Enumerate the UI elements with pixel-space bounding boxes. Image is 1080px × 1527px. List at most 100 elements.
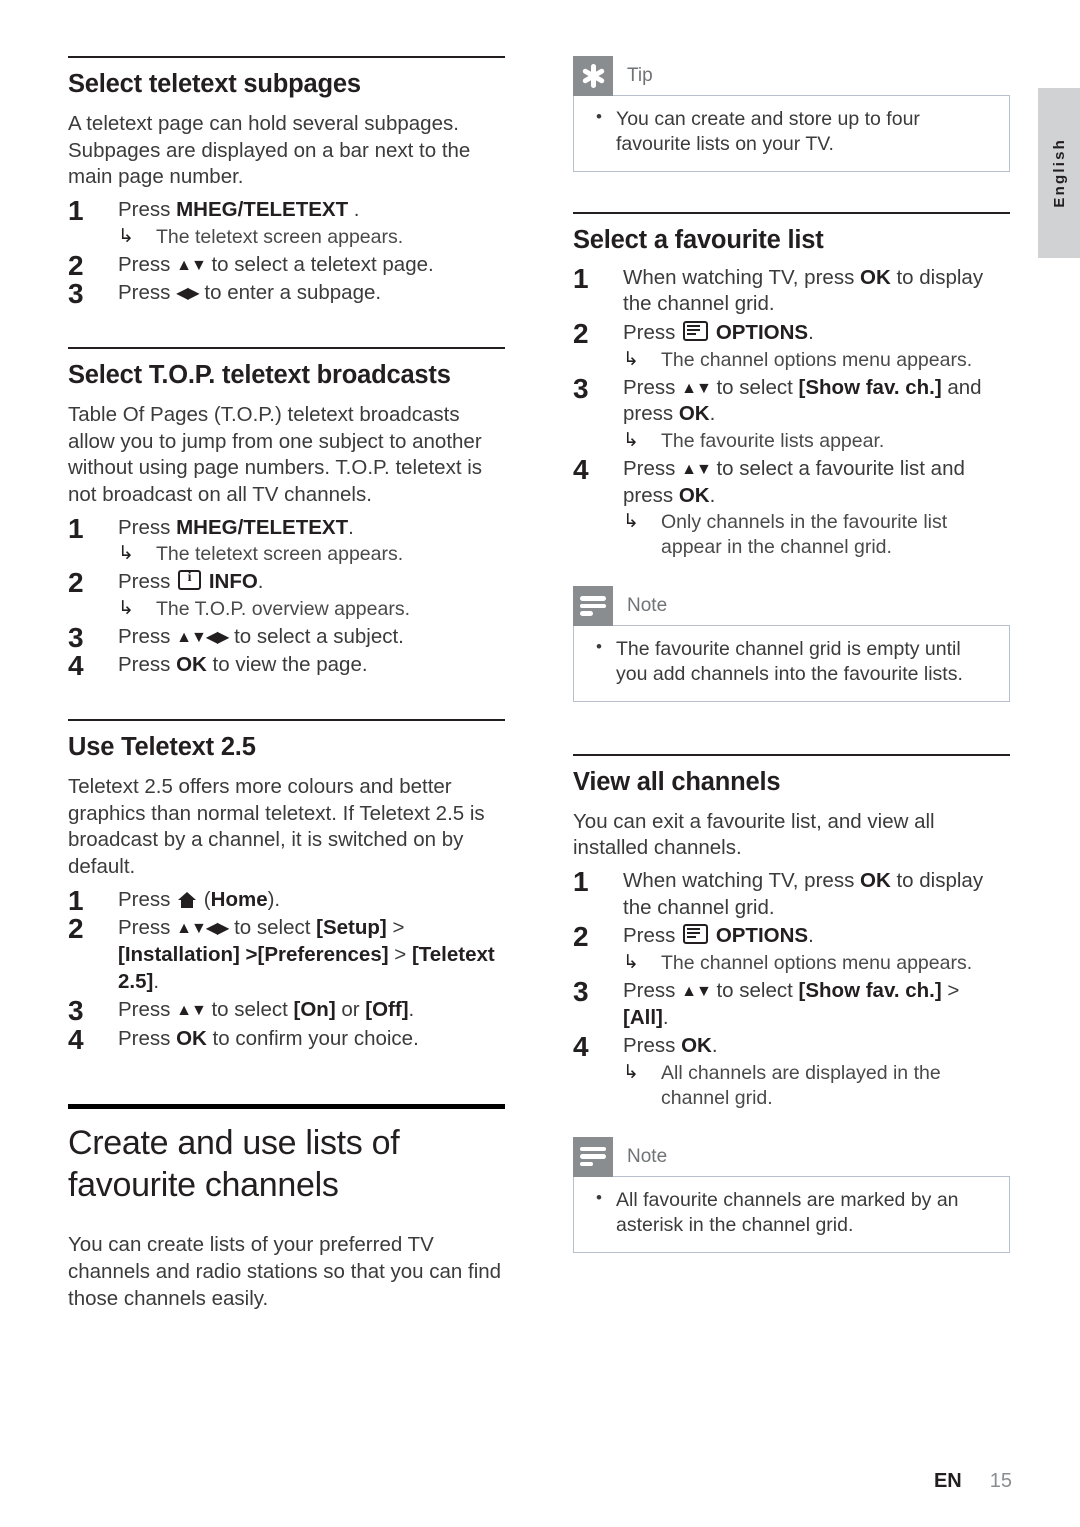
step-text-post: . xyxy=(711,1034,718,1058)
steps-select-favourite-list: When watching TV, press OK to display th… xyxy=(573,261,1010,560)
note-list-item: All favourite channels are marked by an … xyxy=(590,1187,993,1239)
step-text-pre: Press xyxy=(118,998,177,1022)
steps-select-teletext-subpages: Press MHEG/TELETEXT . ↳ The teletext scre… xyxy=(68,193,505,312)
step-text-pre: Press xyxy=(118,570,177,594)
step-key: OK xyxy=(860,869,891,893)
step-item: Press ▲▼ to select [Show fav. ch.] > [Al… xyxy=(573,974,1010,1031)
section-title-use-teletext-25: Use Teletext 2.5 xyxy=(68,732,256,761)
section-rule xyxy=(68,718,505,721)
menu-path-1: [Setup] xyxy=(316,916,387,940)
step-item: Press OK to confirm your choice. xyxy=(68,1022,505,1058)
step-item: Press ▲▼ to select a teletext page. xyxy=(68,248,505,284)
result-text: The channel options menu appears. xyxy=(661,348,973,371)
result-arrow-icon: ↳ xyxy=(623,952,639,974)
note-lines-icon xyxy=(580,596,606,616)
step-text-post2: or xyxy=(335,998,366,1022)
result-text: Only channels in the favourite list appe… xyxy=(661,511,948,559)
menu-option-show-fav: [Show fav. ch.] xyxy=(798,978,942,1002)
step-item: Press INFO. ↳ The T.O.P. overview appears… xyxy=(68,565,505,622)
note-list: All favourite channels are marked by an … xyxy=(590,1187,993,1239)
section-title-view-all-channels: View all channels xyxy=(573,767,781,796)
result-text: The teletext screen appears. xyxy=(156,225,404,248)
arrow-keys-icon: ▲▼ xyxy=(176,1002,207,1020)
section-rule xyxy=(573,753,1010,756)
language-tab: English xyxy=(1038,88,1080,258)
step-text-post: to select xyxy=(710,978,799,1002)
tip-asterisk-icon xyxy=(580,63,606,89)
language-tab-label: English xyxy=(1050,138,1068,208)
step-result: ↳ The teletext screen appears. xyxy=(118,542,505,567)
step-text-pre: When watching TV, press xyxy=(623,265,861,289)
result-text: All channels are displayed in the channe… xyxy=(661,1061,941,1109)
step-text-pre: Press xyxy=(118,653,177,677)
tip-list-item: You can create and store up to four favo… xyxy=(590,106,993,158)
step-key: INFO xyxy=(208,570,258,594)
footer-page-number: 15 xyxy=(989,1470,1012,1492)
result-arrow-icon: ↳ xyxy=(623,511,639,533)
step-text-pre: Press xyxy=(118,281,177,305)
step-text-pre: Press xyxy=(118,1026,177,1050)
tip-label: Tip xyxy=(627,65,653,86)
section-rule xyxy=(68,56,505,58)
options-button-icon xyxy=(683,321,709,342)
step-key: OK xyxy=(176,653,207,677)
note-box-body: The favourite channel grid is empty unti… xyxy=(573,625,1010,702)
step-text-post2: ). xyxy=(267,887,281,911)
footer-language-code: EN xyxy=(933,1470,962,1492)
step-result: ↳ The channel options menu appears. xyxy=(623,951,1010,976)
info-button-icon xyxy=(178,567,202,591)
step-key: OK xyxy=(678,402,710,426)
result-arrow-icon: ↳ xyxy=(118,543,134,565)
step-key: OPTIONS xyxy=(715,321,809,345)
step-text-post: to select a teletext page. xyxy=(205,252,434,276)
step-text-post: . xyxy=(808,321,814,345)
arrow-keys-icon: ▲▼ xyxy=(176,256,207,274)
page-footer: EN 15 xyxy=(0,1470,1080,1493)
step-text-post3: . xyxy=(662,1005,669,1029)
note-callout-2: Note All favourite channels are marked b… xyxy=(573,1136,1010,1253)
step-text-post: . xyxy=(257,570,264,594)
step-item: Press OK to view the page. xyxy=(68,648,505,684)
step-text-post2: . xyxy=(709,483,716,507)
menu-option-off: [Off] xyxy=(365,998,409,1022)
arrow-keys-icon: ▲▼ xyxy=(681,460,712,478)
step-text-post: to select xyxy=(710,375,799,399)
step-text-pre: Press xyxy=(623,375,682,399)
section-title-select-top-broadcasts: Select T.O.P. teletext broadcasts xyxy=(68,360,451,389)
note-callout-1: Note The favourite channel grid is empty… xyxy=(573,586,1010,702)
arrow-keys-icon: ▲▼◀▶ xyxy=(176,628,229,646)
menu-path-2: [Installation] >[Preferences] xyxy=(118,942,389,966)
result-text: The favourite lists appear. xyxy=(661,429,885,452)
arrow-keys-icon: ▲▼◀▶ xyxy=(176,920,229,938)
step-text-post: to view the page. xyxy=(206,653,368,677)
step-key: OK xyxy=(678,483,710,507)
note-lines-icon xyxy=(580,1146,606,1167)
arrow-keys-icon: ▲▼ xyxy=(681,982,712,1000)
section-intro: You can exit a favourite list, and view … xyxy=(573,809,935,860)
home-button-icon xyxy=(178,891,197,908)
section-rule xyxy=(68,346,505,349)
step-key: MHEG/TELETEXT xyxy=(176,515,349,539)
step-text-pre: When watching TV, press xyxy=(623,869,861,893)
menu-option-show-fav: [Show fav. ch.] xyxy=(798,375,942,399)
note-badge xyxy=(573,1136,613,1177)
note-label: Note xyxy=(627,595,668,617)
callout-caption: Tip xyxy=(573,56,1010,96)
step-text-post: ( xyxy=(198,887,211,911)
arrow-keys-icon: ▲▼ xyxy=(681,379,712,397)
step-key: OK xyxy=(681,1034,712,1058)
step-text-post: to select xyxy=(205,998,294,1022)
step-item: Press MHEG/TELETEXT. ↳ The teletext scree… xyxy=(68,511,505,568)
result-text: The channel options menu appears. xyxy=(661,952,973,975)
step-result: ↳ The channel options menu appears. xyxy=(623,348,1010,373)
note-list: The favourite channel grid is empty unti… xyxy=(590,636,993,688)
step-item: Press ▲▼◀▶ to select [Setup] > [Installa… xyxy=(68,911,505,995)
step-text-post: to select xyxy=(228,916,317,940)
tip-callout: Tip You can create and store up to four … xyxy=(573,56,1010,172)
step-text-pre: Press xyxy=(623,321,682,345)
chapter-title: Create and use lists of favourite channe… xyxy=(68,1124,400,1204)
step-item: Press OPTIONS. ↳ The channel options menu… xyxy=(573,316,1010,373)
left-column: Select teletext subpages A teletext page… xyxy=(68,56,505,1312)
chapter-intro: You can create lists of your preferred T… xyxy=(68,1233,502,1310)
step-text-post3: . xyxy=(408,998,415,1022)
